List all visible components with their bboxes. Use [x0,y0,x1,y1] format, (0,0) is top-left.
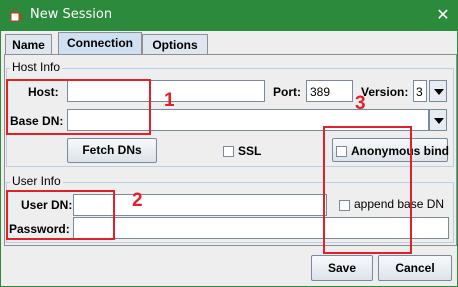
close-icon[interactable]: ✕ [432,4,454,26]
annotation-box-2 [6,190,115,240]
tab-connection[interactable]: Connection [58,32,142,55]
tab-options[interactable]: Options [142,34,208,55]
port-input[interactable]: 389 [306,80,353,102]
annotation-box-3 [323,126,412,254]
dialog-window: New Session ✕ Name Connection Options Ho… [0,0,458,287]
version-label: Version: [361,85,409,99]
ssl-label: SSL [238,144,262,158]
version-dropdown-icon[interactable] [429,80,447,102]
base-dn-dropdown-icon[interactable] [429,109,447,131]
cancel-button[interactable]: Cancel [378,255,452,281]
annotation-box-1 [6,79,151,135]
title-bar[interactable]: New Session ✕ [0,0,458,31]
host-info-group-label: Host Info [10,60,63,74]
annotation-number-1: 1 [164,90,175,111]
annotation-number-2: 2 [132,190,143,211]
fetch-dns-button[interactable]: Fetch DNs [67,138,157,163]
dialog-body: Name Connection Options Host Info Host: … [1,31,457,286]
tab-name[interactable]: Name [5,34,52,55]
java-cup-icon [10,7,23,22]
user-info-group-label: User Info [10,174,63,188]
save-button[interactable]: Save [311,255,373,281]
port-label: Port: [273,85,301,99]
window-title: New Session [30,7,113,22]
version-select[interactable]: 3 [413,80,427,102]
ssl-checkbox[interactable] [223,146,234,157]
annotation-number-3: 3 [355,93,366,114]
